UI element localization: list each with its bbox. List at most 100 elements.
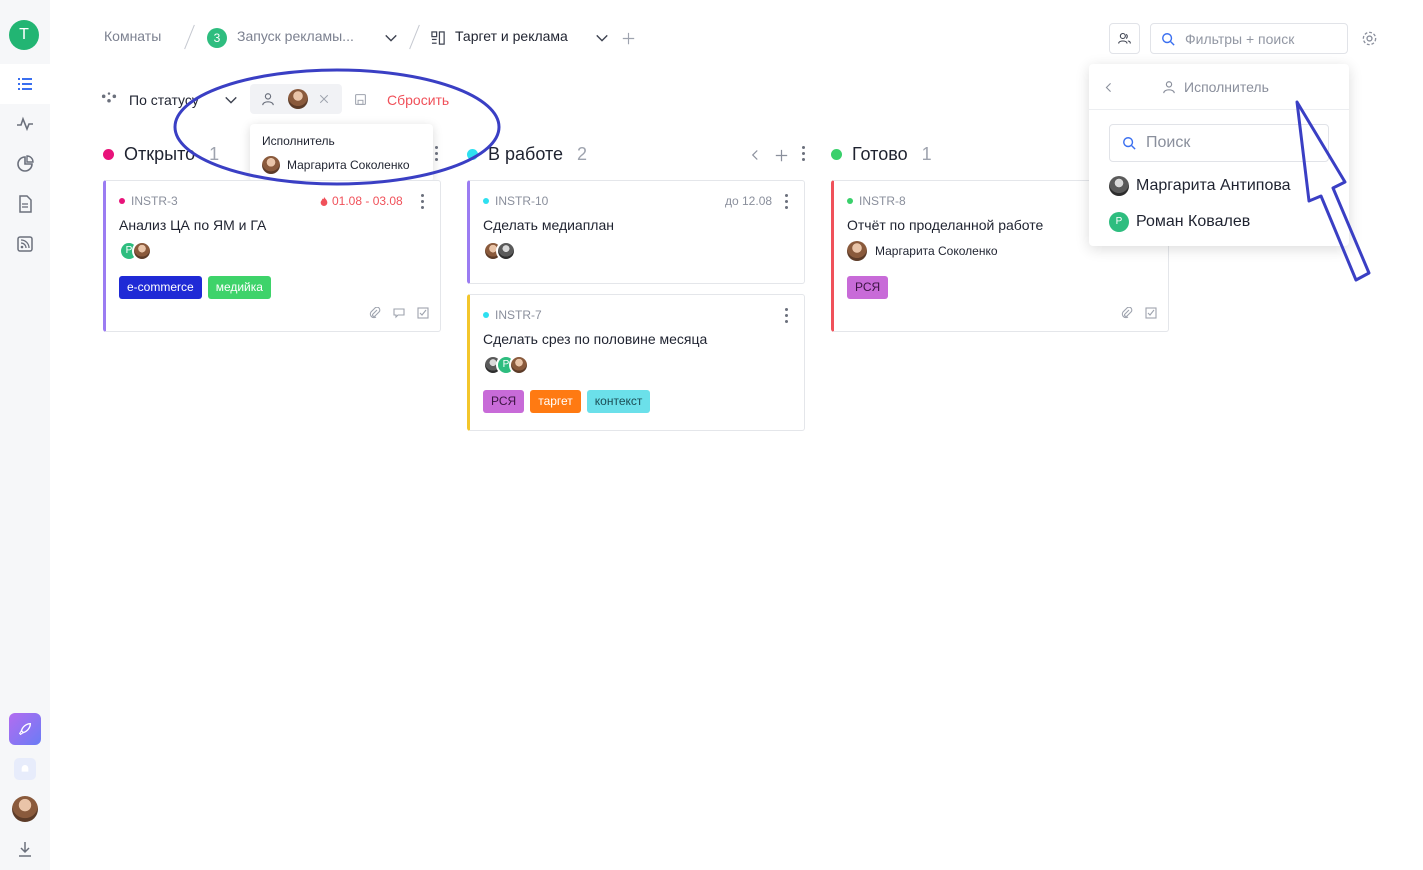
tag[interactable]: e-commerce (119, 276, 202, 299)
breadcrumb-rooms[interactable]: Комнаты (104, 28, 161, 44)
column-count: 1 (209, 143, 220, 164)
attachment-icon (1121, 307, 1133, 319)
add-card-icon[interactable] (775, 149, 788, 162)
back-chevron-icon[interactable] (1101, 80, 1115, 94)
assignee-tooltip: Исполнитель Маргарита Соколенко (250, 124, 433, 182)
more-icon[interactable] (435, 146, 439, 164)
task-title: Анализ ЦА по ЯМ и ГА (119, 217, 267, 233)
column-title: В работе (488, 143, 564, 164)
dropdown-header: Исполнитель (1089, 64, 1349, 110)
workspace-avatar[interactable]: T (9, 20, 39, 50)
due-date: до 12.08 (725, 194, 773, 208)
task-title: Сделать срез по половине месяца (483, 331, 708, 347)
breadcrumb-project[interactable]: Запуск рекламы... (237, 28, 354, 44)
avatar (262, 156, 280, 174)
tag[interactable]: РСЯ (847, 276, 889, 299)
task-tags: e-commerce медийка (119, 276, 271, 299)
task-assignees: Р (483, 355, 529, 375)
user-icon (260, 91, 276, 107)
column-open-tools (435, 146, 439, 164)
sidebar: T (0, 0, 50, 870)
more-icon[interactable] (421, 194, 425, 210)
task-card[interactable]: INSTR-7 Сделать срез по половине месяца … (467, 294, 805, 431)
task-title: Отчёт по проделанной работе (847, 217, 1044, 233)
avatar (496, 241, 516, 261)
close-icon[interactable] (316, 91, 332, 107)
project-count-badge: 3 (207, 28, 227, 48)
avatar (847, 241, 867, 261)
avatar (288, 89, 308, 109)
task-assignees: Р (119, 241, 152, 261)
attachment-icon (369, 307, 381, 319)
column-done-header: Готово 1 (831, 141, 932, 167)
chevron-down-icon[interactable] (223, 92, 239, 108)
column-title: Открыто (124, 143, 196, 164)
filter-search-input[interactable]: Фильтры + поиск (1150, 23, 1348, 54)
reset-filters-button[interactable]: Сбросить (387, 92, 449, 108)
activity-icon[interactable] (0, 104, 50, 144)
chevron-down-icon[interactable] (594, 30, 610, 46)
task-tags: РСЯ (847, 276, 889, 299)
download-icon[interactable] (0, 829, 50, 869)
more-icon[interactable] (802, 146, 806, 164)
save-filter-icon[interactable] (352, 91, 368, 107)
tag[interactable]: таргет (530, 390, 581, 413)
column-open-header: Открыто 1 (103, 141, 219, 167)
search-icon (1123, 137, 1136, 150)
status-dot (103, 148, 114, 160)
task-code: INSTR-10 (483, 194, 548, 208)
column-count: 1 (921, 143, 932, 164)
breadcrumb-separator (184, 24, 195, 50)
task-tags: РСЯ таргет контекст (483, 390, 651, 413)
card-footer-icons (1121, 307, 1157, 319)
chevron-left-icon[interactable] (749, 149, 761, 161)
column-title: Готово (852, 143, 908, 164)
settings-gear-icon[interactable] (1360, 29, 1378, 47)
filter-search-placeholder: Фильтры + поиск (1185, 30, 1295, 47)
due-date: 01.08 - 03.08 (319, 194, 403, 208)
tag[interactable]: РСЯ (483, 390, 525, 413)
avatar (132, 241, 152, 261)
tooltip-title: Исполнитель (262, 134, 335, 148)
assignee-dropdown: Исполнитель Поиск Маргарита Антипова Р Р… (1089, 64, 1349, 246)
tag[interactable]: контекст (586, 390, 651, 413)
pie-chart-icon[interactable] (0, 144, 50, 184)
document-icon[interactable] (0, 184, 50, 224)
user-icon (1163, 81, 1175, 94)
rocket-icon[interactable] (0, 709, 50, 749)
assignee-name: Маргарита Соколенко (875, 244, 998, 258)
feed-icon[interactable] (0, 224, 50, 264)
assignee-option[interactable]: Р Роман Ковалев (1109, 212, 1250, 232)
status-dot (467, 148, 478, 160)
user-avatar[interactable] (0, 789, 50, 829)
group-by-icon (100, 90, 118, 108)
task-code: INSTR-7 (483, 308, 542, 322)
breadcrumb-separator (409, 24, 420, 50)
list-view-icon[interactable] (0, 64, 50, 104)
avatar (1109, 176, 1129, 196)
chevron-down-icon[interactable] (383, 30, 399, 46)
column-count: 2 (577, 143, 588, 164)
comment-icon (393, 308, 405, 319)
assignee-option[interactable]: Маргарита Антипова (1109, 176, 1291, 196)
search-icon (1162, 32, 1175, 46)
assignee-filter-chip[interactable] (250, 84, 342, 114)
assignee-search-placeholder: Поиск (1146, 134, 1191, 151)
group-by-select[interactable]: По статусу (129, 92, 199, 108)
column-in-progress-tools (749, 146, 806, 164)
card-footer-icons (369, 307, 429, 319)
breadcrumb-board[interactable]: Таргет и реклама (455, 28, 568, 44)
task-card[interactable]: INSTR-3 01.08 - 03.08 Анализ ЦА по ЯМ и … (103, 180, 441, 332)
members-icon (1118, 32, 1131, 44)
task-card[interactable]: INSTR-10 до 12.08 Сделать медиаплан (467, 180, 805, 284)
notifications-icon[interactable] (0, 749, 50, 789)
assignee-search-input[interactable]: Поиск (1109, 124, 1329, 162)
more-icon[interactable] (785, 194, 789, 210)
more-icon[interactable] (785, 308, 789, 324)
checklist-icon (1145, 307, 1157, 319)
task-code: INSTR-3 (119, 194, 178, 208)
members-button[interactable] (1109, 23, 1140, 54)
tag[interactable]: медийка (207, 276, 271, 299)
avatar (509, 355, 529, 375)
add-board-icon[interactable] (620, 30, 636, 46)
